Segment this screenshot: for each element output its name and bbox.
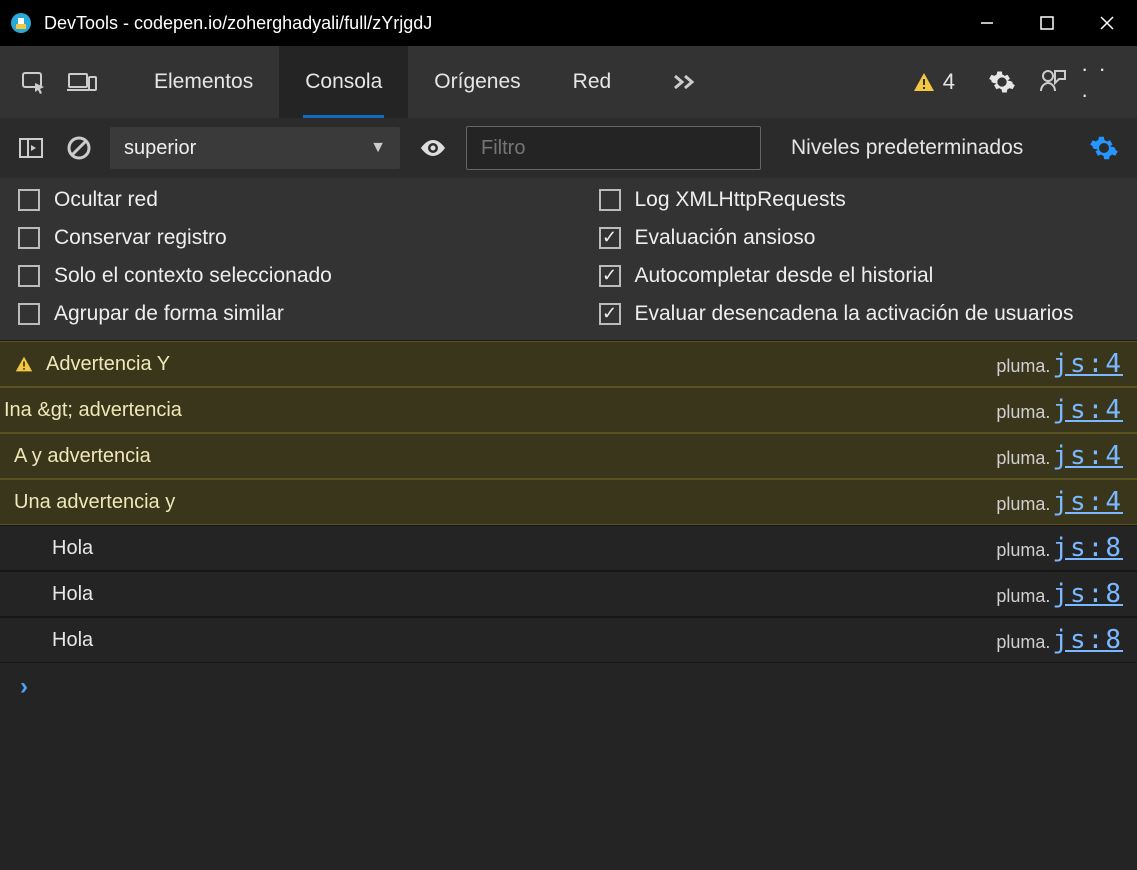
log-source[interactable]: pluma.js:4 bbox=[996, 441, 1123, 471]
log-message: Una advertencia y bbox=[14, 491, 175, 514]
feedback-button[interactable] bbox=[1031, 61, 1073, 103]
warning-icon bbox=[913, 71, 935, 93]
checkbox-icon bbox=[18, 227, 40, 249]
checkbox-icon bbox=[18, 189, 40, 211]
checkbox-label: Log XMLHttpRequests bbox=[635, 188, 846, 212]
checkbox-icon bbox=[18, 303, 40, 325]
tab-label: Consola bbox=[305, 70, 382, 94]
log-row-warning[interactable]: Una advertencia y pluma.js:4 bbox=[0, 479, 1137, 525]
tab-elementos[interactable]: Elementos bbox=[128, 46, 279, 118]
tab-red[interactable]: Red bbox=[547, 46, 638, 118]
toggle-console-sidebar-icon[interactable] bbox=[14, 131, 48, 165]
checkbox-evaluar-activacion[interactable]: Evaluar desencadena la activación de usu… bbox=[599, 302, 1120, 326]
checkbox-label: Ocultar red bbox=[54, 188, 158, 212]
maximize-button[interactable] bbox=[1017, 0, 1077, 46]
log-message: Ina &gt; advertencia bbox=[4, 399, 182, 422]
tab-origenes[interactable]: Orígenes bbox=[408, 46, 546, 118]
log-source[interactable]: pluma.js:4 bbox=[996, 349, 1123, 379]
inspect-element-icon[interactable] bbox=[14, 62, 54, 102]
log-source[interactable]: pluma.js:4 bbox=[996, 487, 1123, 517]
checkbox-label: Agrupar de forma similar bbox=[54, 302, 284, 326]
checkbox-icon bbox=[599, 303, 621, 325]
checkbox-autocompletar-historial[interactable]: Autocompletar desde el historial bbox=[599, 264, 1120, 288]
live-expression-icon[interactable] bbox=[414, 138, 452, 158]
checkbox-evaluacion-ansioso[interactable]: Evaluación ansioso bbox=[599, 226, 1120, 250]
console-settings-panel: Ocultar red Log XMLHttpRequests Conserva… bbox=[0, 178, 1137, 341]
tab-consola[interactable]: Consola bbox=[279, 46, 408, 118]
devtools-tabs: Elementos Consola Orígenes Red bbox=[128, 46, 637, 118]
checkbox-log-xhr[interactable]: Log XMLHttpRequests bbox=[599, 188, 1120, 212]
log-source[interactable]: pluma.js:8 bbox=[996, 533, 1123, 563]
checkbox-label: Solo el contexto seleccionado bbox=[54, 264, 332, 288]
log-row-warning[interactable]: Ina &gt; advertencia pluma.js:4 bbox=[0, 387, 1137, 433]
log-message: Advertencia Y bbox=[46, 353, 170, 376]
more-tabs-button[interactable] bbox=[659, 73, 709, 91]
levels-label: Niveles predeterminados bbox=[791, 136, 1023, 159]
log-row-warning[interactable]: A y advertencia pluma.js:4 bbox=[0, 433, 1137, 479]
tab-label: Orígenes bbox=[434, 70, 520, 94]
filter-input[interactable] bbox=[466, 126, 761, 170]
checkbox-label: Autocompletar desde el historial bbox=[635, 264, 934, 288]
checkbox-label: Evaluar desencadena la activación de usu… bbox=[635, 302, 1074, 326]
devtools-main-toolbar: Elementos Consola Orígenes Red 4 · · · bbox=[0, 46, 1137, 118]
log-source[interactable]: pluma.js:8 bbox=[996, 579, 1123, 609]
context-value: superior bbox=[124, 137, 196, 160]
warning-icon bbox=[14, 354, 34, 374]
log-row-info[interactable]: Hola pluma.js:8 bbox=[0, 525, 1137, 571]
log-source[interactable]: pluma.js:8 bbox=[996, 625, 1123, 655]
tab-label: Red bbox=[573, 70, 612, 94]
checkbox-icon bbox=[18, 265, 40, 287]
checkbox-icon bbox=[599, 227, 621, 249]
clear-console-icon[interactable] bbox=[62, 131, 96, 165]
window-controls bbox=[957, 0, 1137, 46]
checkbox-icon bbox=[599, 265, 621, 287]
dropdown-caret-icon: ▼ bbox=[370, 139, 386, 157]
log-source[interactable]: pluma.js:4 bbox=[996, 395, 1123, 425]
log-message: Hola bbox=[52, 583, 93, 606]
execution-context-select[interactable]: superior ▼ bbox=[110, 127, 400, 169]
console-log-area: Advertencia Y pluma.js:4 Ina &gt; advert… bbox=[0, 341, 1137, 711]
checkbox-ocultar-red[interactable]: Ocultar red bbox=[18, 188, 539, 212]
log-row-info[interactable]: Hola pluma.js:8 bbox=[0, 617, 1137, 663]
more-options-button[interactable]: · · · bbox=[1081, 61, 1123, 103]
checkbox-conservar-registro[interactable]: Conservar registro bbox=[18, 226, 539, 250]
log-message: Hola bbox=[52, 537, 93, 560]
console-filter-bar: superior ▼ Niveles predeterminados bbox=[0, 118, 1137, 178]
devtools-app-icon bbox=[10, 12, 32, 34]
warning-count-value: 4 bbox=[943, 69, 955, 95]
checkbox-agrupar-similar[interactable]: Agrupar de forma similar bbox=[18, 302, 539, 326]
log-row-warning[interactable]: Advertencia Y pluma.js:4 bbox=[0, 341, 1137, 387]
window-title: DevTools - codepen.io/zoherghadyali/full… bbox=[44, 13, 957, 34]
device-toolbar-icon[interactable] bbox=[62, 62, 102, 102]
log-levels-select[interactable]: Niveles predeterminados bbox=[775, 136, 1071, 160]
checkbox-contexto-seleccionado[interactable]: Solo el contexto seleccionado bbox=[18, 264, 539, 288]
checkbox-label: Evaluación ansioso bbox=[635, 226, 816, 250]
tab-label: Elementos bbox=[154, 70, 253, 94]
checkbox-icon bbox=[599, 189, 621, 211]
log-message: Hola bbox=[52, 629, 93, 652]
checkbox-label: Conservar registro bbox=[54, 226, 227, 250]
log-row-info[interactable]: Hola pluma.js:8 bbox=[0, 571, 1137, 617]
console-prompt[interactable]: › bbox=[0, 663, 1137, 711]
minimize-button[interactable] bbox=[957, 0, 1017, 46]
log-message: A y advertencia bbox=[14, 445, 151, 468]
window-titlebar: DevTools - codepen.io/zoherghadyali/full… bbox=[0, 0, 1137, 46]
close-button[interactable] bbox=[1077, 0, 1137, 46]
prompt-chevron-icon: › bbox=[20, 673, 28, 701]
settings-button[interactable] bbox=[981, 61, 1023, 103]
console-settings-button[interactable] bbox=[1085, 129, 1123, 167]
warnings-indicator[interactable]: 4 bbox=[913, 69, 955, 95]
